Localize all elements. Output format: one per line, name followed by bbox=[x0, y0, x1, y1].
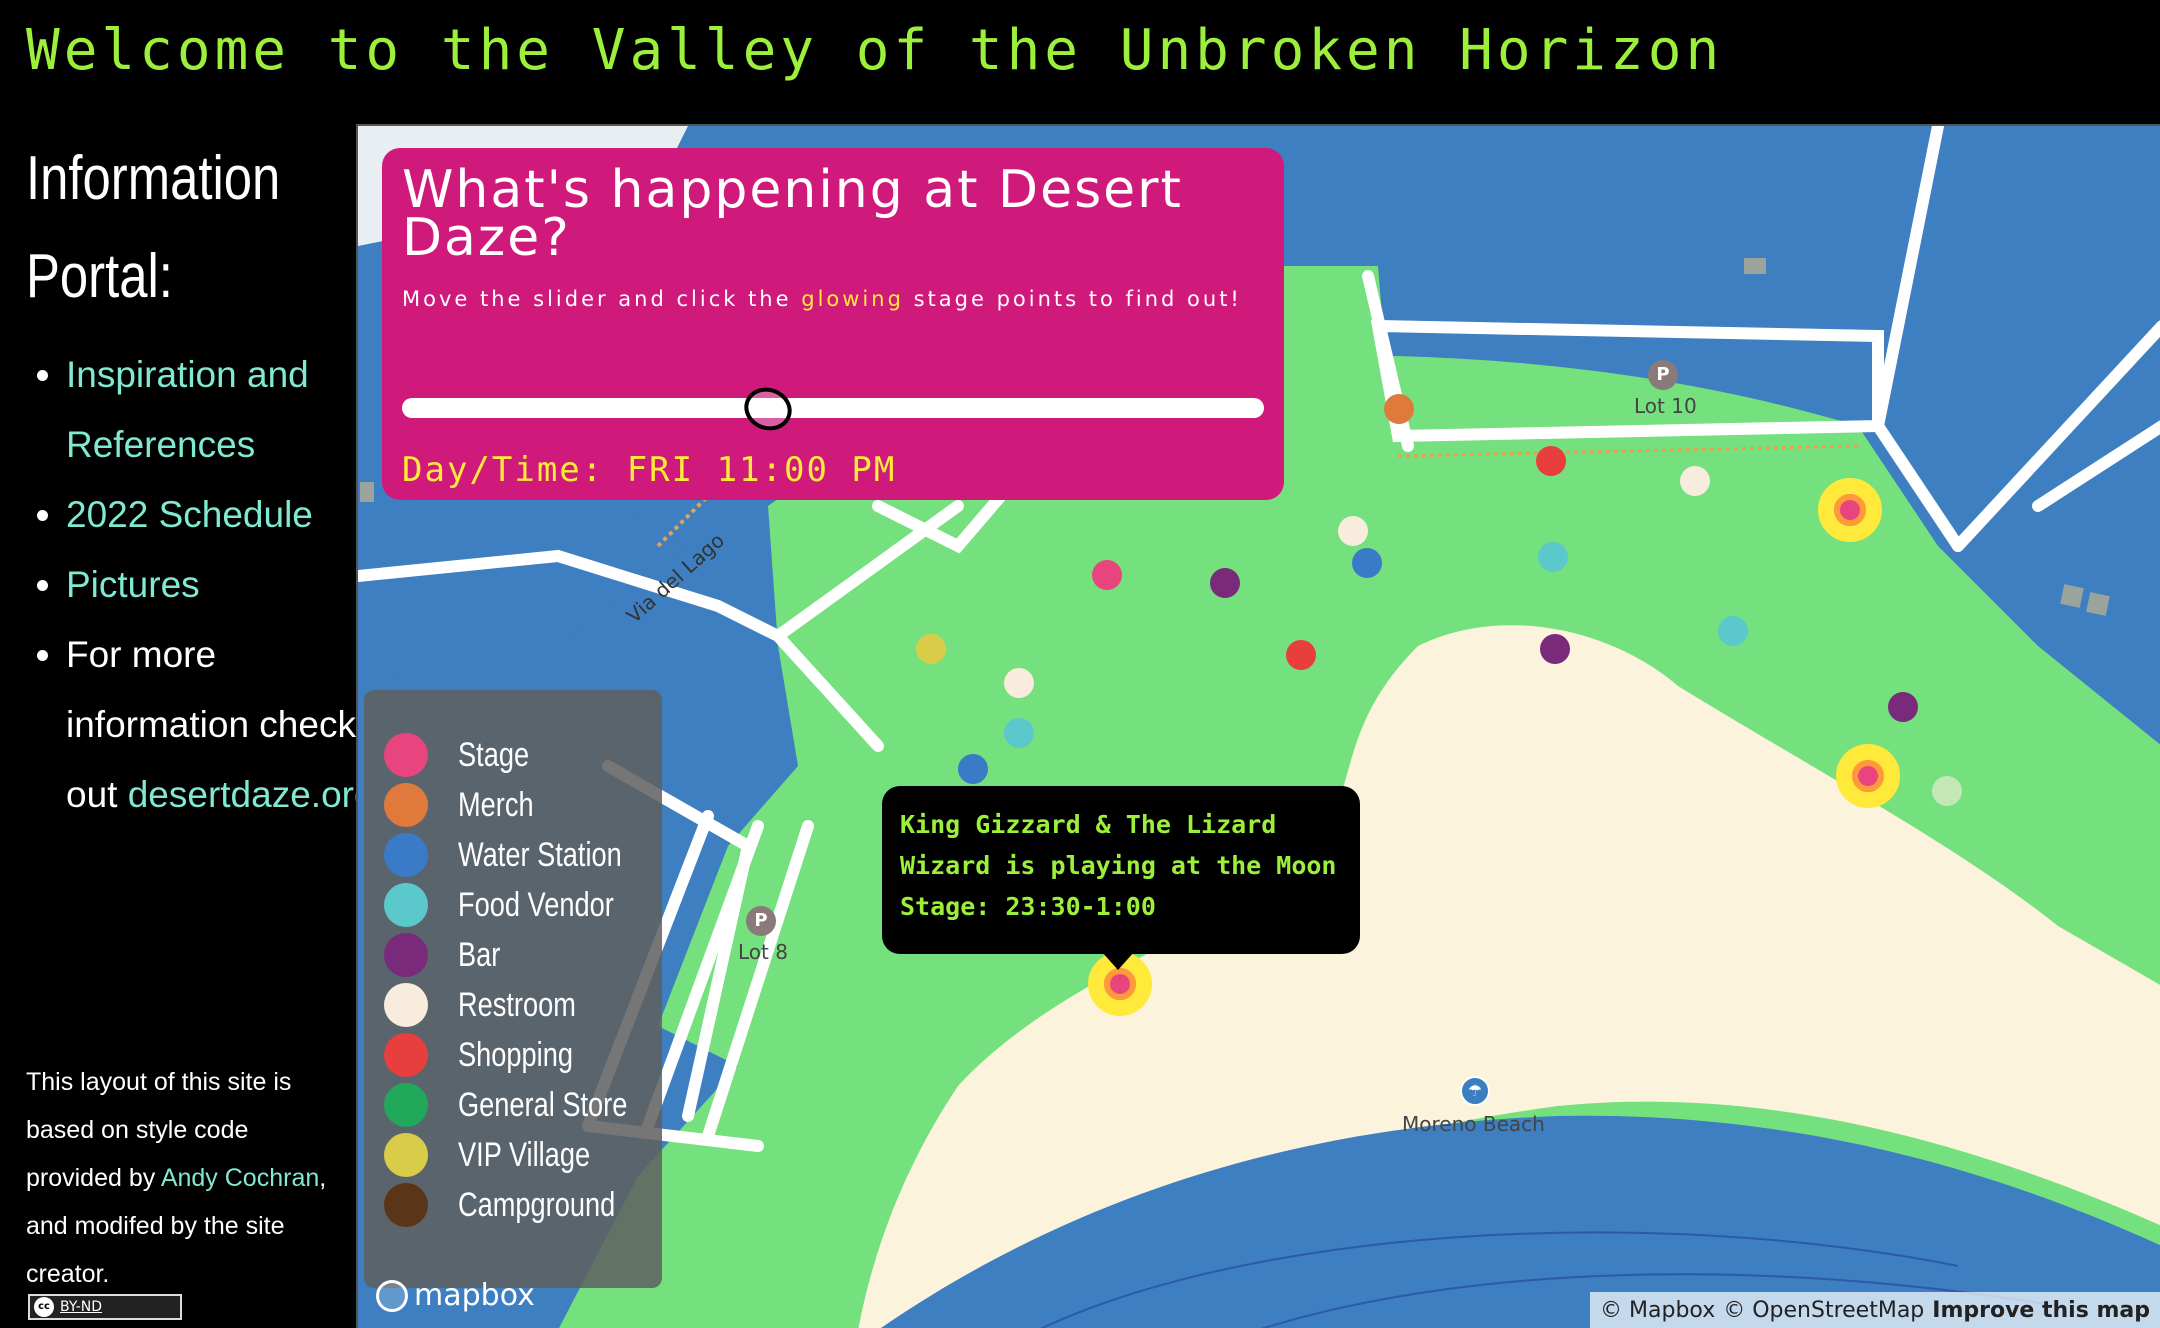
nav-list: Inspiration and References 2022 Schedule… bbox=[26, 340, 386, 830]
mapbox-attribution-link[interactable]: © Mapbox bbox=[1600, 1298, 1715, 1323]
legend-swatch bbox=[384, 1133, 428, 1177]
legend-label: Shopping bbox=[458, 1035, 573, 1074]
panel-instructions: Move the slider and click the glowing st… bbox=[402, 284, 1264, 314]
nav-item-schedule: 2022 Schedule bbox=[66, 480, 386, 550]
shopping-point[interactable] bbox=[1286, 640, 1316, 670]
stage-point[interactable] bbox=[1092, 560, 1122, 590]
legend-label: Bar bbox=[458, 935, 501, 974]
legend-label: Campground bbox=[458, 1185, 616, 1224]
legend-label: Food Vendor bbox=[458, 885, 614, 924]
legend-label: Stage bbox=[458, 735, 530, 774]
legend-swatch bbox=[384, 1033, 428, 1077]
glowing-stage-point[interactable] bbox=[1818, 478, 1882, 542]
legend-swatch bbox=[384, 1183, 428, 1227]
restroom-point[interactable] bbox=[1338, 516, 1368, 546]
osm-attribution-link[interactable]: © OpenStreetMap bbox=[1723, 1298, 1924, 1323]
legend-label: General Store bbox=[458, 1085, 628, 1124]
legend-swatch bbox=[384, 833, 428, 877]
shopping-point[interactable] bbox=[1536, 446, 1566, 476]
food-vendor-point[interactable] bbox=[1004, 718, 1034, 748]
slider-thumb[interactable] bbox=[738, 381, 798, 437]
cc-icon: cc bbox=[34, 1297, 54, 1317]
legend-item: Restroom bbox=[384, 980, 605, 1030]
restroom-point[interactable] bbox=[1680, 466, 1710, 496]
mapbox-logo[interactable]: mapbox bbox=[376, 1278, 535, 1313]
legend-swatch bbox=[384, 933, 428, 977]
legend-item: Merch bbox=[384, 780, 552, 830]
inspiration-link[interactable]: Inspiration and References bbox=[66, 354, 309, 465]
water-station-point[interactable] bbox=[1352, 548, 1382, 578]
license-label: BY-ND bbox=[60, 1299, 103, 1315]
improve-map-link[interactable]: Improve this map bbox=[1932, 1298, 2150, 1323]
lot8-label: Lot 8 bbox=[738, 940, 788, 964]
credit-text: This layout of this site is based on sty… bbox=[26, 1058, 336, 1298]
andy-cochran-link[interactable]: Andy Cochran bbox=[161, 1164, 319, 1192]
food-vendor-point[interactable] bbox=[1538, 542, 1568, 572]
popup-tip bbox=[1102, 952, 1134, 970]
legend-item: Campground bbox=[384, 1180, 655, 1230]
map-legend: Stage Merch Water Station Food Vendor Bar Res… bbox=[364, 690, 662, 1288]
legend-swatch bbox=[384, 733, 428, 777]
legend-label: Merch bbox=[458, 785, 534, 824]
parking-icon: P bbox=[1648, 360, 1678, 390]
water-station-point[interactable] bbox=[958, 754, 988, 784]
instruction-highlight: glowing bbox=[801, 287, 904, 311]
merch-point[interactable] bbox=[1384, 394, 1414, 424]
food-vendor-point[interactable] bbox=[1718, 616, 1748, 646]
legend-label: Water Station bbox=[458, 835, 622, 874]
beach-icon: ☂ bbox=[1460, 1076, 1490, 1106]
legend-item: General Store bbox=[384, 1080, 670, 1130]
legend-item: VIP Village bbox=[384, 1130, 623, 1180]
site-title: Welcome to the Valley of the Unbroken Ho… bbox=[26, 18, 1724, 83]
legend-item: Bar bbox=[384, 930, 511, 980]
glowing-stage-point[interactable] bbox=[1836, 744, 1900, 808]
schedule-link[interactable]: 2022 Schedule bbox=[66, 494, 313, 535]
portal-title: Information Portal: bbox=[26, 144, 281, 311]
legend-item: Shopping bbox=[384, 1030, 602, 1080]
festival-map[interactable]: Via del Lago P Lot 10 P Lot 8 ☂ Moreno B… bbox=[356, 124, 2160, 1328]
popup-text: King Gizzard & The Lizard Wizard is play… bbox=[900, 810, 1337, 921]
mapbox-icon bbox=[376, 1279, 408, 1312]
legend-swatch bbox=[384, 783, 428, 827]
map-attribution: © Mapbox © OpenStreetMap Improve this ma… bbox=[1590, 1292, 2160, 1328]
instruction-before: Move the slider and click the bbox=[402, 287, 792, 311]
restroom-point[interactable] bbox=[1932, 776, 1962, 806]
beach-label: Moreno Beach bbox=[1402, 1112, 1545, 1136]
lot10-label: Lot 10 bbox=[1634, 394, 1697, 418]
time-slider[interactable] bbox=[402, 398, 1264, 418]
legend-label: Restroom bbox=[458, 985, 576, 1024]
bar-point[interactable] bbox=[1540, 634, 1570, 664]
nav-item-pictures: Pictures bbox=[66, 550, 386, 620]
parking-icon: P bbox=[746, 906, 776, 936]
panel-title: What's happening at Desert Daze? bbox=[402, 160, 1183, 268]
nav-item-more-info: For more information check out desertdaz… bbox=[66, 620, 386, 830]
legend-item: Stage bbox=[384, 730, 547, 780]
legend-label: VIP Village bbox=[458, 1135, 591, 1174]
day-time-label: Day/Time: FRI 11:00 PM bbox=[402, 450, 897, 490]
stage-popup: King Gizzard & The Lizard Wizard is play… bbox=[882, 786, 1360, 970]
desertdaze-link[interactable]: desertdaze.org bbox=[128, 774, 375, 815]
legend-item: Food Vendor bbox=[384, 880, 653, 930]
instruction-after: stage points to find out! bbox=[913, 287, 1242, 311]
legend-swatch bbox=[384, 1083, 428, 1127]
restroom-point[interactable] bbox=[1004, 668, 1034, 698]
bar-point[interactable] bbox=[1210, 568, 1240, 598]
legend-swatch bbox=[384, 883, 428, 927]
vip-village-point[interactable] bbox=[916, 634, 946, 664]
nav-item-inspiration: Inspiration and References bbox=[66, 340, 386, 480]
pictures-link[interactable]: Pictures bbox=[66, 564, 200, 605]
cc-license-badge[interactable]: cc BY-ND bbox=[28, 1294, 182, 1320]
legend-swatch bbox=[384, 983, 428, 1027]
bar-point[interactable] bbox=[1888, 692, 1918, 722]
mapbox-logo-text: mapbox bbox=[414, 1278, 535, 1313]
info-panel: What's happening at Desert Daze? Move th… bbox=[382, 148, 1284, 500]
legend-item: Water Station bbox=[384, 830, 663, 880]
